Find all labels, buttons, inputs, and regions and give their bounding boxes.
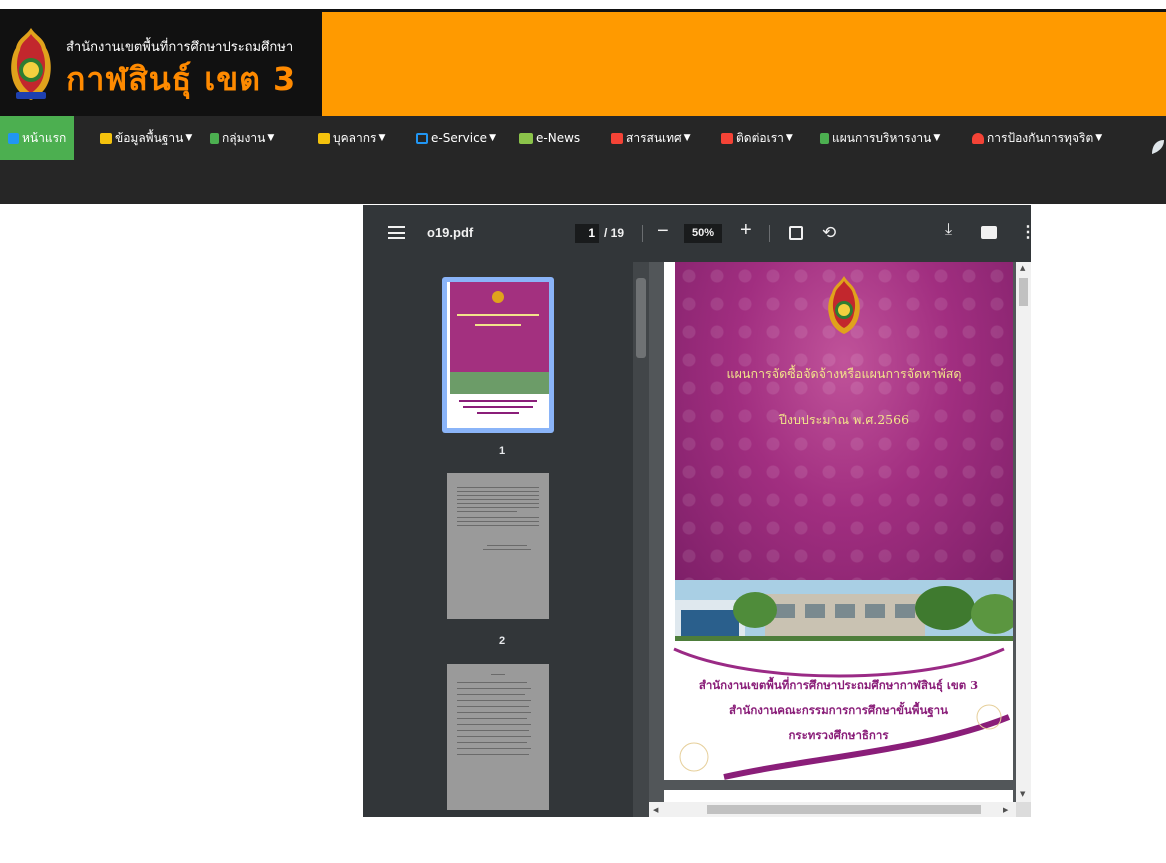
thumbnail-page-2[interactable] bbox=[447, 473, 549, 619]
cover-org-line-1: สำนักงานเขตพื้นที่การศึกษาประถมศึกษากาฬส… bbox=[698, 678, 979, 692]
nav-label: e-Service bbox=[431, 131, 488, 145]
caret-down-icon: ▼ bbox=[489, 133, 496, 143]
cover-emblem-icon bbox=[828, 276, 860, 334]
nav-label: ข้อมูลพื้นฐาน bbox=[115, 130, 184, 145]
site-logo[interactable]: สำนักงานเขตพื้นที่การศึกษาประถมศึกษา กาฬ… bbox=[0, 12, 322, 116]
nav-item-anti-corruption[interactable]: การป้องกันการทุจริต ▼ bbox=[972, 116, 1102, 160]
nav-item-basic-info[interactable]: ข้อมูลพื้นฐาน ▼ bbox=[100, 116, 192, 160]
thumbnail-sidebar: 1 2 bbox=[363, 262, 649, 817]
page-number-input[interactable]: 1 bbox=[575, 224, 599, 243]
newspaper-icon bbox=[519, 132, 533, 144]
caret-down-icon: ▼ bbox=[378, 133, 386, 143]
download-icon[interactable]: ⤓ bbox=[945, 221, 952, 239]
nav-item-personnel[interactable]: บุคลากร ▼ bbox=[318, 116, 385, 160]
clipboard-icon bbox=[820, 132, 829, 144]
scroll-right-icon[interactable]: ▶ bbox=[1003, 806, 1008, 814]
nav-label: หน้าแรก bbox=[22, 130, 67, 145]
caret-down-icon: ▼ bbox=[785, 133, 793, 143]
caret-down-icon: ▼ bbox=[683, 133, 691, 143]
pdf-page-1: แผนการจัดซื้อจัดจ้างหรือแผนการจัดหาพัสดุ… bbox=[664, 262, 1013, 780]
caret-down-icon: ▼ bbox=[267, 133, 275, 143]
pdf-filename: o19.pdf bbox=[427, 225, 474, 240]
nav-item-management-plan[interactable]: แผนการบริหารงาน ▼ bbox=[820, 116, 940, 160]
toolbar-divider bbox=[769, 225, 770, 242]
scrollbar-corner bbox=[1016, 802, 1031, 817]
site-title: กาฬสินธุ์ เขต 3 bbox=[66, 60, 297, 98]
nav-item-groups[interactable]: กลุ่มงาน ▼ bbox=[210, 116, 274, 160]
toolbar-divider bbox=[642, 225, 643, 242]
leaf-icon bbox=[1152, 140, 1164, 154]
nav-item-information[interactable]: สารสนเทศ ▼ bbox=[611, 116, 691, 160]
more-options-icon[interactable]: ⋮ bbox=[1020, 222, 1036, 242]
cover-footer: สำนักงานเขตพื้นที่การศึกษาประถมศึกษากาฬส… bbox=[664, 641, 1013, 780]
caret-down-icon: ▼ bbox=[185, 133, 193, 143]
rotate-icon[interactable]: ⟲ bbox=[822, 223, 836, 243]
document-hscrollbar-thumb[interactable] bbox=[707, 805, 981, 814]
site-header: สำนักงานเขตพื้นที่การศึกษาประถมศึกษา กาฬ… bbox=[0, 12, 1166, 116]
bell-icon bbox=[972, 132, 984, 144]
nav-label: แผนการบริหารงาน bbox=[832, 130, 932, 145]
emblem-icon bbox=[11, 28, 51, 100]
thumbnail-page-1[interactable] bbox=[447, 282, 549, 428]
nav-label: e-News bbox=[536, 131, 581, 145]
sidebar-scrollbar[interactable] bbox=[633, 262, 649, 817]
top-strip bbox=[0, 0, 1166, 15]
pdf-document-area: แผนการจัดซื้อจัดจ้างหรือแผนการจัดหาพัสดุ… bbox=[649, 262, 1031, 817]
document-vertical-scrollbar[interactable]: ▲ ▼ bbox=[1016, 262, 1031, 802]
document-horizontal-scrollbar[interactable]: ◀ ▶ bbox=[649, 802, 1016, 817]
users-icon bbox=[100, 132, 112, 144]
sidebar-scrollbar-thumb[interactable] bbox=[636, 278, 646, 358]
scroll-up-icon[interactable]: ▲ bbox=[1020, 264, 1025, 272]
nav-item-e-service[interactable]: e-Service ▼ bbox=[416, 116, 496, 160]
caret-down-icon: ▼ bbox=[1095, 133, 1103, 143]
pdf-toolbar: o19.pdf 1 / 19 − 50% + ⟲ ⤓ ⋮ bbox=[363, 205, 1036, 262]
nav-item-e-news[interactable]: e-News bbox=[519, 116, 580, 160]
scroll-left-icon[interactable]: ◀ bbox=[653, 806, 658, 814]
fit-page-icon[interactable] bbox=[789, 226, 803, 240]
main-nav: หน้าแรก ข้อมูลพื้นฐาน ▼ กลุ่มงาน ▼ บุคลากร… bbox=[0, 116, 1166, 204]
menu-icon[interactable] bbox=[388, 226, 405, 239]
tablet-icon bbox=[416, 132, 428, 144]
nav-item-contact[interactable]: ติดต่อเรา ▼ bbox=[721, 116, 793, 160]
cover-background: แผนการจัดซื้อจัดจ้างหรือแผนการจัดหาพัสดุ… bbox=[675, 262, 1013, 594]
user-icon bbox=[318, 132, 330, 144]
nav-label: กลุ่มงาน bbox=[222, 130, 266, 145]
nav-label: ติดต่อเรา bbox=[736, 130, 784, 145]
print-icon bbox=[721, 132, 733, 144]
caret-down-icon: ▼ bbox=[933, 133, 941, 143]
nav-label: การป้องกันการทุจริต bbox=[987, 130, 1094, 145]
nav-item-home[interactable]: หน้าแรก bbox=[0, 116, 75, 160]
scroll-down-icon[interactable]: ▼ bbox=[1020, 790, 1025, 798]
thumbnail-label: 2 bbox=[498, 635, 506, 647]
document-scrollbar-thumb[interactable] bbox=[1019, 278, 1028, 306]
cover-title: แผนการจัดซื้อจัดจ้างหรือแผนการจัดหาพัสดุ bbox=[726, 366, 962, 381]
nav-label: บุคลากร bbox=[333, 130, 377, 145]
zoom-in-icon[interactable]: + bbox=[740, 219, 752, 242]
cover-subtitle: ปีงบประมาณ พ.ศ.2566 bbox=[778, 412, 910, 427]
file-icon bbox=[210, 132, 219, 144]
thumbnail-label: 1 bbox=[498, 445, 506, 457]
home-icon bbox=[8, 132, 19, 144]
cover-swoosh bbox=[679, 704, 1011, 780]
print-icon[interactable] bbox=[981, 226, 997, 239]
thumbnail-page-3[interactable] bbox=[447, 664, 549, 810]
zoom-out-icon[interactable]: − bbox=[657, 220, 669, 243]
print-icon bbox=[611, 132, 623, 144]
page-total: / 19 bbox=[604, 226, 625, 240]
nav-label: สารสนเทศ bbox=[626, 130, 682, 145]
zoom-input[interactable]: 50% bbox=[684, 224, 722, 243]
pdf-viewer: o19.pdf 1 / 19 − 50% + ⟲ ⤓ ⋮ 1 2 แผนการจ… bbox=[363, 205, 1036, 817]
